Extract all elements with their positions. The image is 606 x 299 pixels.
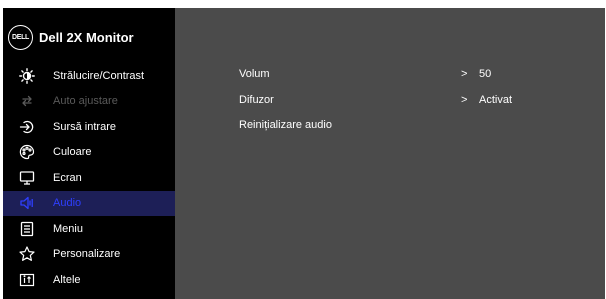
volume-option[interactable]: Volum — [239, 68, 270, 80]
monitor-osd: DELL Dell 2X Monitor Strălucire/Contrast… — [3, 8, 606, 299]
sidebar-item-label: Auto ajustare — [53, 95, 118, 108]
osd-header: DELL Dell 2X Monitor — [3, 8, 175, 64]
sidebar-item-personalize[interactable]: Personalizare — [3, 242, 175, 268]
sidebar-item-label: Strălucire/Contrast — [53, 69, 145, 82]
menu-icon — [19, 221, 35, 237]
sidebar-item-label: Meniu — [53, 222, 83, 235]
sidebar-item-brightness-contrast[interactable]: Strălucire/Contrast — [3, 63, 175, 89]
volume-arrow: > — [461, 68, 468, 80]
info-icon — [19, 272, 35, 288]
brightness-icon — [19, 67, 35, 84]
volume-value: 50 — [479, 68, 492, 80]
speaker-option[interactable]: Difuzor — [239, 94, 274, 106]
color-palette-icon — [19, 144, 35, 160]
sidebar-item-label: Personalizare — [53, 248, 121, 261]
sidebar-item-label: Altele — [53, 273, 81, 286]
sidebar-item-others[interactable]: Altele — [3, 267, 175, 293]
input-source-icon — [19, 119, 35, 135]
sidebar-item-auto-adjust: Auto ajustare — [3, 89, 175, 115]
dell-logo: DELL — [8, 25, 33, 50]
sidebar-item-label: Audio — [53, 197, 82, 210]
speaker-value: Activat — [479, 94, 513, 106]
auto-adjust-icon — [19, 93, 35, 109]
sidebar-menu: Strălucire/Contrast Auto ajustare Sursă … — [3, 63, 175, 293]
sidebar-item-color[interactable]: Culoare — [3, 140, 175, 166]
sidebar-item-display[interactable]: Ecran — [3, 165, 175, 191]
sidebar-item-label: Ecran — [53, 171, 82, 184]
display-icon — [19, 170, 35, 186]
sidebar: DELL Dell 2X Monitor Strălucire/Contrast… — [3, 8, 175, 299]
audio-settings-panel: Volum > 50 Difuzor > Activat Reinițializ… — [175, 8, 605, 299]
sidebar-item-menu[interactable]: Meniu — [3, 216, 175, 242]
sidebar-item-audio[interactable]: Audio — [3, 190, 175, 216]
sidebar-item-input-source[interactable]: Sursă intrare — [3, 114, 175, 140]
sidebar-item-label: Culoare — [53, 146, 92, 159]
monitor-title: Dell 2X Monitor — [39, 30, 134, 45]
star-icon — [19, 246, 35, 262]
sidebar-item-label: Sursă intrare — [53, 120, 116, 133]
audio-reset-option[interactable]: Reinițializare audio — [239, 119, 332, 131]
speaker-icon — [19, 195, 35, 211]
speaker-arrow: > — [461, 94, 468, 106]
